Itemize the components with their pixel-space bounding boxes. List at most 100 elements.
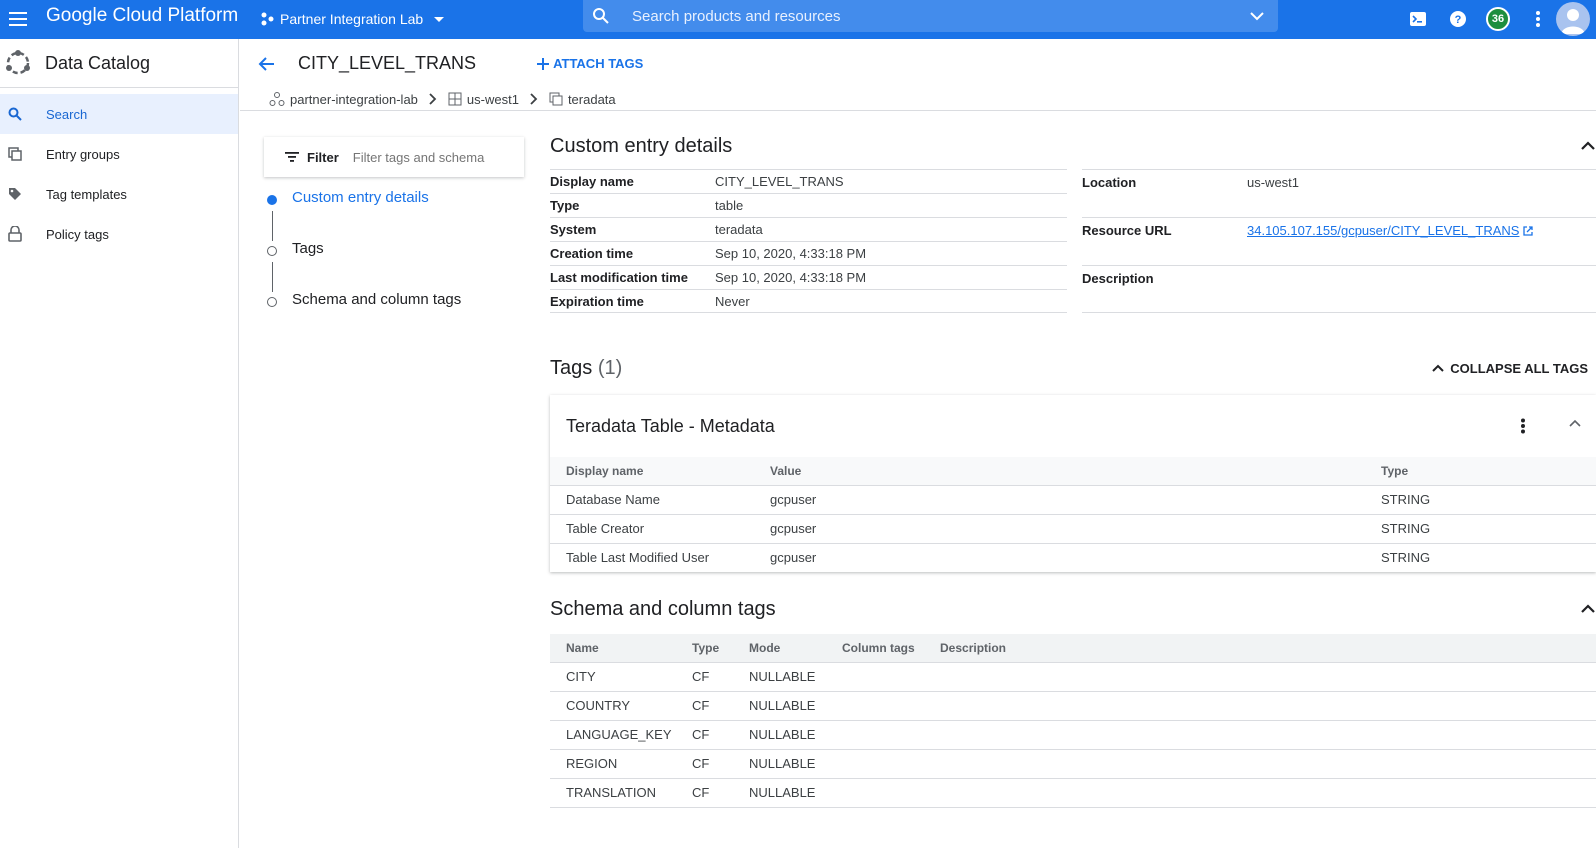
detail-key: Creation time: [550, 246, 634, 261]
attach-tags-button[interactable]: ATTACH TAGS: [536, 56, 643, 71]
cell: [826, 719, 924, 749]
project-selector[interactable]: Partner Integration Lab: [260, 8, 455, 30]
sidebar-item-policy-tags[interactable]: Policy tags: [0, 214, 238, 254]
tag-fields-table: Display name Value Type Database Name gcp…: [550, 457, 1596, 572]
search-input[interactable]: [632, 7, 1222, 25]
toc-custom-entry-details[interactable]: Custom entry details: [264, 189, 461, 241]
search-expand-chevron-icon[interactable]: [1248, 7, 1266, 25]
schema-header: Schema and column tags: [550, 592, 1596, 626]
section-title: Schema and column tags: [550, 597, 776, 620]
cell: [924, 690, 1015, 720]
detail-row-location: Location us-west1: [1082, 169, 1596, 217]
cell: [1015, 777, 1596, 807]
detail-row: Type table: [550, 193, 1067, 217]
tags-header: Tags (1) COLLAPSE ALL TAGS: [550, 353, 1596, 383]
section-title: Tags: [550, 356, 593, 379]
toc-dot: [267, 297, 277, 307]
project-node-icon: [269, 92, 285, 106]
more-vert-icon[interactable]: [1526, 7, 1550, 31]
lock-icon: [0, 226, 30, 242]
search-icon: [0, 107, 30, 121]
column-header: Description: [924, 634, 1015, 662]
details-grid: Display name CITY_LEVEL_TRANS Type table S…: [550, 169, 1596, 313]
cell: gcpuser: [754, 484, 1365, 514]
detail-row: Display name CITY_LEVEL_TRANS: [550, 169, 1067, 193]
cell: [1015, 719, 1596, 749]
toc-tags[interactable]: Tags: [264, 240, 461, 292]
brand-title[interactable]: Google Cloud Platform: [46, 5, 238, 27]
detail-key: Description: [1082, 271, 1154, 286]
cell: REGION: [550, 748, 676, 778]
cell: [826, 777, 924, 807]
resource-url-link[interactable]: 34.105.107.155/gcpuser/CITY_LEVEL_TRANS: [1247, 223, 1519, 238]
cell: Database Name: [550, 484, 754, 514]
help-icon[interactable]: ?: [1446, 7, 1470, 31]
cell: CF: [676, 748, 733, 778]
more-vert-icon[interactable]: [1520, 418, 1526, 434]
filter-input[interactable]: [352, 149, 503, 165]
detail-row-resource-url: Resource URL 34.105.107.155/gcpuser/CITY…: [1082, 217, 1596, 265]
detail-key: Resource URL: [1082, 223, 1172, 238]
cell: STRING: [1365, 513, 1596, 543]
toc-connector: [272, 211, 273, 241]
section-title: Custom entry details: [550, 134, 733, 157]
table-row: COUNTRY CF NULLABLE: [550, 690, 1596, 720]
chevron-up-icon[interactable]: [1580, 140, 1596, 152]
detail-value: Never: [715, 293, 750, 309]
sidebar-item-label: Tag templates: [46, 186, 127, 202]
detail-key: Type: [550, 198, 580, 213]
chevron-up-icon[interactable]: [1568, 418, 1582, 428]
cell: NULLABLE: [733, 777, 826, 807]
entry-groups-icon: [549, 92, 563, 106]
sidebar-item-search[interactable]: Search: [0, 94, 238, 134]
menu-icon[interactable]: [8, 8, 30, 30]
column-header: Display name: [550, 457, 754, 485]
terminal-icon[interactable]: [1406, 7, 1430, 31]
cell: NULLABLE: [733, 661, 826, 691]
chevron-down-icon: [434, 17, 445, 22]
details-left: Display name CITY_LEVEL_TRANS Type table S…: [550, 169, 1067, 313]
cell: TRANSLATION: [550, 777, 676, 807]
cell: gcpuser: [754, 513, 1365, 543]
toc-label: Schema and column tags: [292, 291, 462, 308]
breadcrumb-project[interactable]: partner-integration-lab: [269, 91, 418, 107]
table-row: Table Creator gcpuser STRING: [550, 513, 1596, 543]
table-row: Table Last Modified User gcpuser STRING: [550, 542, 1596, 572]
detail-row-description: Description: [1082, 265, 1596, 313]
table-row: LANGUAGE_KEY CF NULLABLE: [550, 719, 1596, 749]
cell: NULLABLE: [733, 690, 826, 720]
sidebar-item-entry-groups[interactable]: Entry groups: [0, 134, 238, 174]
external-link-icon: [1523, 226, 1534, 236]
sidebar-item-tag-templates[interactable]: Tag templates: [0, 174, 238, 214]
breadcrumb-entry-group[interactable]: teradata: [549, 92, 616, 107]
project-icon: [261, 12, 274, 26]
breadcrumb-label: partner-integration-lab: [290, 91, 418, 107]
chevron-up-icon[interactable]: [1580, 603, 1596, 615]
cell: COUNTRY: [550, 690, 676, 720]
column-header: Type: [1365, 457, 1596, 485]
notification-count: 36: [1486, 7, 1510, 31]
chevron-right-icon: [529, 93, 539, 105]
sidebar-item-label: Policy tags: [46, 226, 109, 242]
data-catalog-icon: [6, 50, 30, 75]
tags-title-group: Tags (1): [550, 357, 622, 380]
cell: STRING: [1365, 484, 1596, 514]
collapse-all-tags-button[interactable]: COLLAPSE ALL TAGS: [1431, 361, 1588, 376]
cell: NULLABLE: [733, 719, 826, 749]
filter-box[interactable]: Filter: [264, 137, 524, 177]
notifications-badge[interactable]: 36: [1486, 7, 1510, 31]
detail-value: Sep 10, 2020, 4:33:18 PM: [715, 270, 867, 285]
cell: CF: [676, 777, 733, 807]
toc-schema[interactable]: Schema and column tags: [264, 291, 461, 342]
detail-key: Last modification time: [550, 270, 688, 285]
cell: [826, 690, 924, 720]
detail-value: CITY_LEVEL_TRANS: [715, 174, 844, 189]
avatar-icon[interactable]: [1556, 2, 1590, 36]
table-header-row: Name Type Mode Column tags Description: [550, 634, 1596, 662]
back-arrow-icon[interactable]: [256, 53, 278, 75]
search-icon: [593, 8, 609, 24]
cell: [924, 748, 1015, 778]
chevron-right-icon: [428, 93, 438, 105]
breadcrumb-location[interactable]: us-west1: [448, 92, 519, 107]
search-bar[interactable]: [583, 0, 1278, 32]
